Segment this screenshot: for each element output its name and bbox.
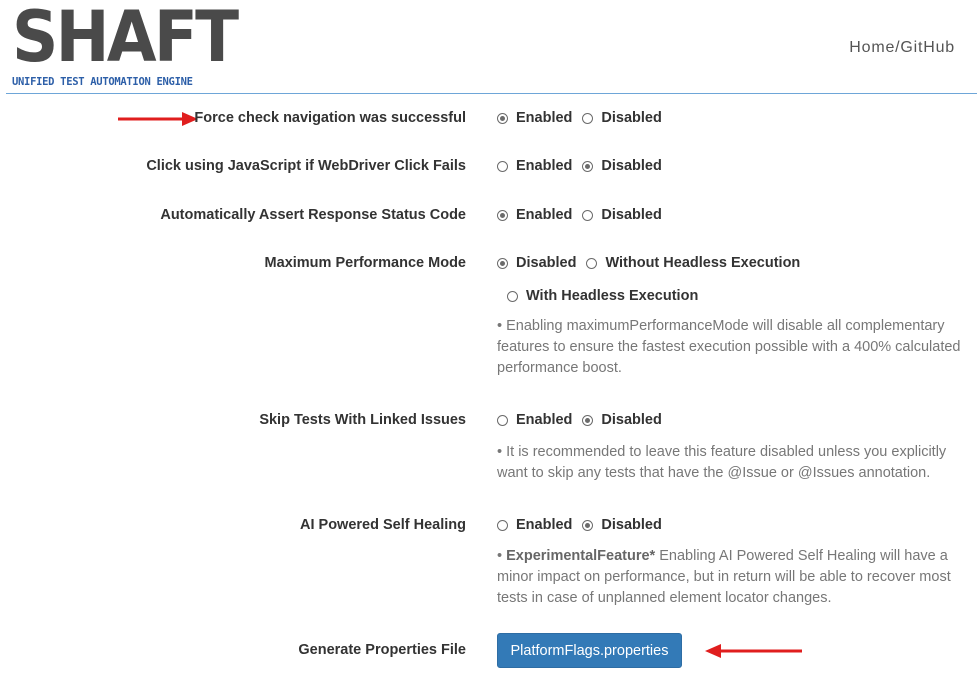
radio-label: Disabled (601, 412, 662, 428)
radio-icon[interactable] (497, 519, 508, 531)
help-text-skip-tests: • It is recommended to leave this featur… (497, 444, 947, 481)
radio-option-disabled[interactable]: Disabled (582, 110, 662, 126)
radio-icon[interactable] (497, 209, 508, 221)
radio-option-enabled[interactable]: Enabled (497, 110, 572, 126)
radio-icon[interactable] (497, 112, 508, 124)
radio-icon[interactable] (582, 160, 594, 172)
setting-label: Maximum Performance Mode (264, 255, 466, 271)
radio-option-disabled[interactable]: Disabled (582, 158, 662, 174)
radio-label: Enabled (516, 207, 573, 223)
shaft-logo[interactable]: SHAFT UNIFIED TEST AUTOMATION ENGINE (10, 2, 239, 92)
generate-properties-button[interactable]: PlatformFlags.properties (497, 633, 682, 668)
help-text-maximum-performance: • Enabling maximumPerformanceMode will d… (497, 318, 961, 376)
radio-group: Enabled Disabled (497, 412, 672, 428)
radio-option-disabled[interactable]: Disabled (582, 517, 662, 533)
radio-label: Enabled (516, 110, 573, 126)
radio-option-enabled[interactable]: Enabled (497, 517, 572, 533)
help-text-ai-self-healing: • ExperimentalFeature* Enabling AI Power… (497, 546, 962, 609)
radio-group-continued: With Headless Execution (507, 288, 708, 304)
radio-label: Without Headless Execution (605, 255, 801, 271)
radio-group: Enabled Disabled (497, 207, 672, 223)
setting-label: Generate Properties File (298, 642, 466, 658)
experimental-feature-tag: ExperimentalFeature* (506, 548, 656, 564)
radio-label: With Headless Execution (526, 288, 699, 304)
setting-label: AI Powered Self Healing (300, 517, 466, 533)
radio-label: Disabled (601, 207, 662, 223)
radio-option-disabled[interactable]: Disabled (582, 412, 662, 428)
radio-icon[interactable] (497, 257, 508, 269)
radio-group: Enabled Disabled (497, 158, 672, 174)
radio-option-enabled[interactable]: Enabled (497, 412, 572, 428)
radio-icon[interactable] (507, 290, 518, 302)
logo-tagline: UNIFIED TEST AUTOMATION ENGINE (12, 75, 193, 89)
radio-icon[interactable] (582, 519, 594, 531)
radio-label: Disabled (601, 517, 662, 533)
setting-label: Force check navigation was successful (194, 110, 466, 126)
radio-icon[interactable] (582, 112, 594, 124)
radio-icon[interactable] (586, 257, 598, 269)
radio-icon[interactable] (582, 209, 594, 221)
radio-label: Enabled (516, 517, 573, 533)
radio-option-enabled[interactable]: Enabled (497, 207, 572, 223)
radio-label: Disabled (601, 110, 662, 126)
radio-option-enabled[interactable]: Enabled (497, 158, 572, 174)
radio-group: Enabled Disabled (497, 517, 672, 533)
logo-text: SHAFT (12, 0, 239, 78)
radio-option-disabled[interactable]: Disabled (582, 207, 662, 223)
arrow-left-icon (705, 644, 802, 658)
help-prefix: • (497, 548, 507, 564)
radio-label: Disabled (601, 158, 662, 174)
radio-option-with-headless[interactable]: With Headless Execution (507, 288, 698, 304)
radio-group: Disabled Without Headless Execution (497, 255, 810, 271)
setting-label: Click using JavaScript if WebDriver Clic… (146, 158, 466, 174)
header-divider (6, 93, 977, 94)
radio-option-without-headless[interactable]: Without Headless Execution (586, 255, 800, 271)
radio-group: Enabled Disabled (497, 110, 672, 126)
radio-label: Enabled (516, 158, 573, 174)
radio-label: Disabled (516, 255, 577, 271)
radio-icon[interactable] (497, 414, 508, 426)
setting-label: Skip Tests With Linked Issues (259, 412, 466, 428)
home-github-link[interactable]: Home/GitHub (849, 39, 955, 57)
radio-label: Enabled (516, 412, 573, 428)
radio-icon[interactable] (497, 160, 508, 172)
setting-label: Automatically Assert Response Status Cod… (160, 207, 466, 223)
radio-icon[interactable] (582, 414, 594, 426)
radio-option-disabled[interactable]: Disabled (497, 255, 576, 271)
